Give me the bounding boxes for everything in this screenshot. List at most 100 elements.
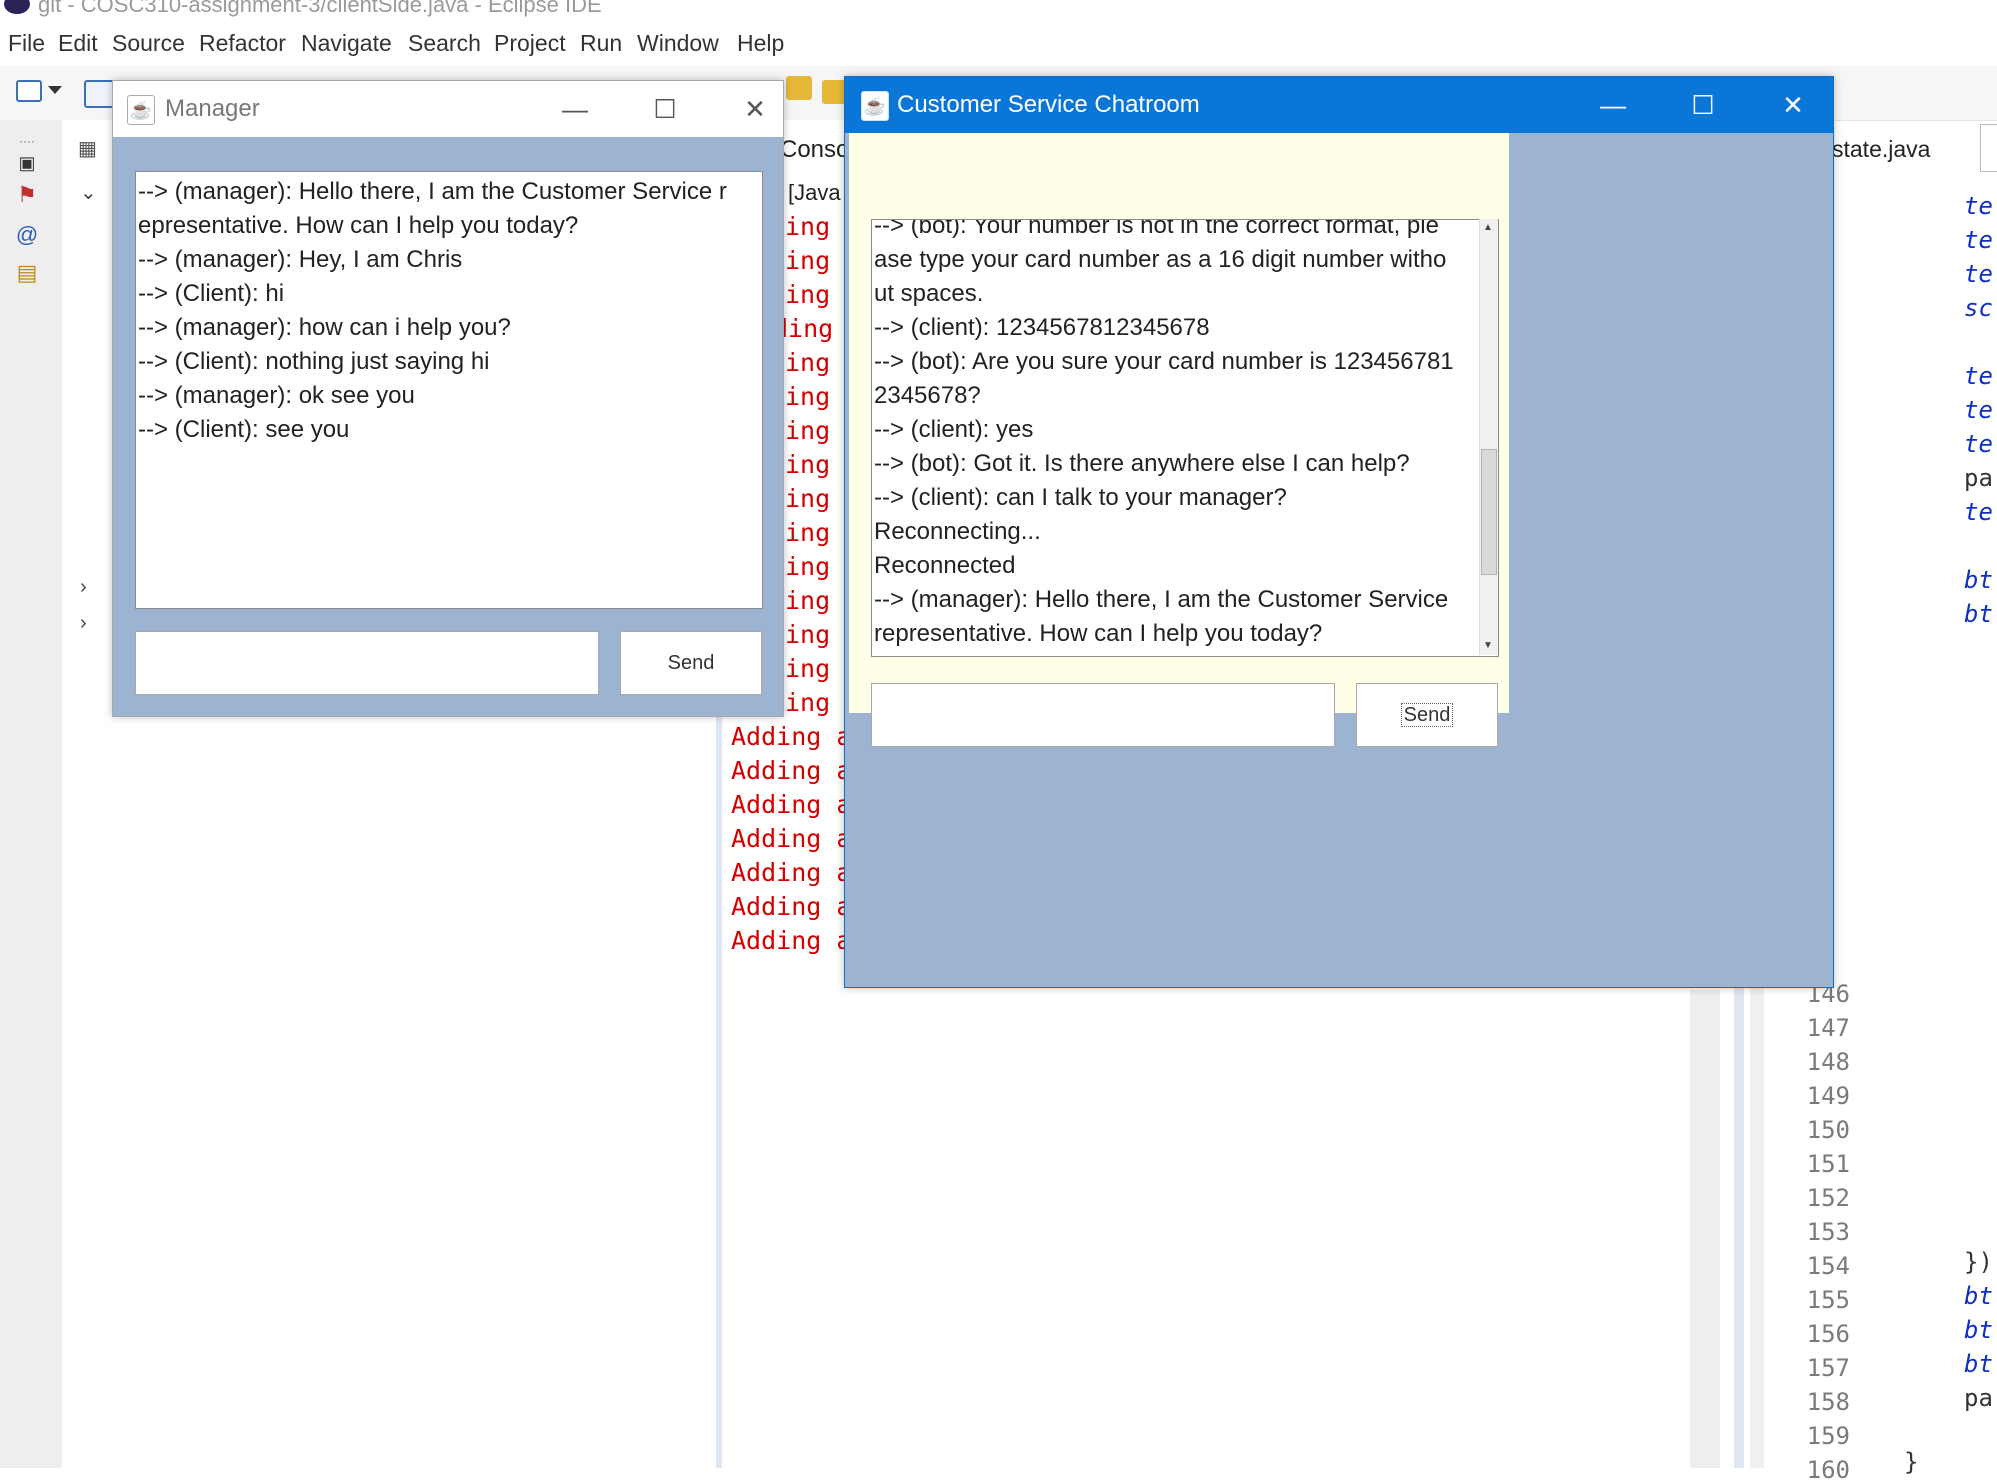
console-line: Adding a	[731, 722, 852, 751]
manager-chat-log[interactable]: --> (manager): Hello there, I am the Cus…	[135, 171, 763, 609]
console-line: Adding a	[731, 892, 852, 921]
menu-refactor[interactable]: Refactor	[199, 30, 286, 57]
line-number: 150	[1806, 1116, 1850, 1144]
chat-message: --> (client): yes	[874, 416, 1034, 443]
line-number: 159	[1806, 1422, 1850, 1450]
console-scrollbar[interactable]	[1690, 990, 1720, 1468]
manager-title-bar[interactable]: ☕ Manager — ☐ ✕	[113, 81, 783, 137]
editor-tab-state-java[interactable]: state.java	[1832, 136, 1930, 163]
chat-message: --> (client): can I talk to your manager…	[874, 484, 1287, 511]
manager-window-title: Manager	[165, 95, 260, 122]
maximize-button[interactable]: ☐	[621, 81, 709, 137]
code-line: pa	[1964, 464, 1993, 492]
line-number: 153	[1806, 1218, 1850, 1246]
code-line: te	[1964, 260, 1993, 288]
console-line: Adding a	[731, 790, 852, 819]
chatroom-message-input[interactable]	[871, 683, 1335, 747]
line-number: 157	[1806, 1354, 1850, 1382]
dropdown-arrow-icon[interactable]	[48, 86, 62, 94]
manager-send-button[interactable]: Send	[620, 631, 762, 695]
maximize-button[interactable]: ☐	[1659, 77, 1747, 133]
java-icon: ☕	[861, 91, 889, 121]
chat-message: ase type your card number as a 16 digit …	[874, 246, 1447, 273]
chat-message: --> (manager): how can i help you?	[138, 314, 511, 341]
chatroom-send-button[interactable]: Send	[1356, 683, 1498, 747]
code-line: te	[1964, 226, 1993, 254]
code-line: te	[1964, 498, 1993, 526]
menu-bar: File Edit Source Refactor Navigate Searc…	[0, 28, 1997, 62]
code-line: })	[1964, 1248, 1993, 1276]
editor-tab-next[interactable]	[1980, 124, 1997, 172]
close-button[interactable]: ✕	[1749, 77, 1837, 133]
javadoc-icon[interactable]: @	[14, 222, 40, 248]
chat-message: representative. How can I help you today…	[874, 620, 1323, 647]
java-icon: ☕	[127, 95, 155, 125]
menu-search[interactable]: Search	[408, 30, 481, 57]
code-line: bt	[1964, 1316, 1993, 1344]
tree-chevron-right-icon[interactable]: ›	[80, 576, 87, 599]
eclipse-window-title: git - COSC310-assignment-3/clientSide.ja…	[38, 0, 602, 17]
tree-chevron-down-icon[interactable]: ⌄	[80, 180, 97, 205]
menu-window[interactable]: Window	[637, 30, 719, 57]
menu-run[interactable]: Run	[580, 30, 622, 57]
scroll-up-arrow-icon[interactable]: ▲	[1481, 221, 1495, 235]
line-number: 160	[1806, 1456, 1850, 1484]
line-number: 156	[1806, 1320, 1850, 1348]
chatroom-chat-log[interactable]: --> (bot): Your number is not in the cor…	[871, 219, 1499, 657]
code-line: te	[1964, 430, 1993, 458]
line-number: 152	[1806, 1184, 1850, 1212]
menu-navigate[interactable]: Navigate	[301, 30, 392, 57]
line-number: 155	[1806, 1286, 1850, 1314]
chat-message: --> (client): 1234567812345678	[874, 314, 1210, 341]
chat-message: --> (Client): hi	[138, 280, 285, 307]
close-button[interactable]: ✕	[711, 81, 799, 137]
console-line: Adding a	[731, 858, 852, 887]
chat-message: Reconnected	[874, 552, 1016, 579]
chat-message: epresentative. How can I help you today?	[138, 212, 579, 239]
eclipse-logo-icon	[4, 0, 30, 14]
chat-scrollbar[interactable]	[1479, 219, 1498, 655]
code-line: sc	[1964, 294, 1993, 322]
menu-file[interactable]: File	[8, 30, 45, 57]
line-number: 158	[1806, 1388, 1850, 1416]
scroll-down-arrow-icon[interactable]: ▼	[1481, 639, 1495, 653]
line-number: 154	[1806, 1252, 1850, 1280]
code-line: bt	[1964, 1350, 1993, 1378]
manager-message-input[interactable]	[135, 631, 599, 695]
manager-window: ☕ Manager — ☐ ✕ --> (manager): Hello the…	[112, 80, 784, 717]
minimize-button[interactable]: —	[1569, 77, 1657, 133]
console-process-label: [Java	[788, 180, 841, 205]
console-line: Adding a	[731, 756, 852, 785]
chat-message: --> (manager): Hello there, I am the Cus…	[138, 178, 727, 205]
chat-message: 2345678?	[874, 382, 981, 409]
new-icon[interactable]	[16, 80, 42, 102]
menu-source[interactable]: Source	[112, 30, 185, 57]
chat-message: --> (Client): nothing just saying hi	[138, 348, 490, 375]
minimize-button[interactable]: —	[531, 81, 619, 137]
debug-icon[interactable]: ⚑	[14, 182, 40, 208]
code-line: bt	[1964, 600, 1993, 628]
open-type-icon[interactable]	[84, 80, 114, 108]
tree-chevron-right-icon[interactable]: ›	[80, 612, 87, 635]
code-line: pa	[1964, 1384, 1993, 1412]
chat-message: --> (bot): Are you sure your card number…	[874, 348, 1454, 375]
chat-message: --> (manager): Hey, I am Chris	[138, 246, 463, 273]
code-line: te	[1964, 396, 1993, 424]
menu-project[interactable]: Project	[494, 30, 566, 57]
chat-message: --> (manager): Hello there, I am the Cus…	[874, 586, 1449, 613]
left-trim-stack: ···· ▣ ⚑ @ ▤	[0, 120, 63, 1468]
chatroom-window-title: Customer Service Chatroom	[897, 91, 1200, 118]
chatroom-window: ☕ Customer Service Chatroom — ☐ ✕ --> (b…	[844, 76, 1834, 988]
chat-scrollbar-thumb[interactable]	[1481, 449, 1497, 575]
menu-edit[interactable]: Edit	[58, 30, 98, 57]
chatroom-title-bar[interactable]: ☕ Customer Service Chatroom — ☐ ✕	[845, 77, 1833, 133]
menu-help[interactable]: Help	[737, 30, 784, 57]
chat-message: --> (bot): Got it. Is there anywhere els…	[874, 450, 1410, 477]
declaration-icon[interactable]: ▤	[14, 260, 40, 286]
restore-icon[interactable]: ▣	[14, 150, 40, 176]
line-number: 148	[1806, 1048, 1850, 1076]
editor-ruler	[1750, 980, 1764, 1468]
chat-message: --> (manager): ok see you	[138, 382, 415, 409]
chat-message: Reconnecting...	[874, 518, 1041, 545]
code-line: bt	[1964, 566, 1993, 594]
